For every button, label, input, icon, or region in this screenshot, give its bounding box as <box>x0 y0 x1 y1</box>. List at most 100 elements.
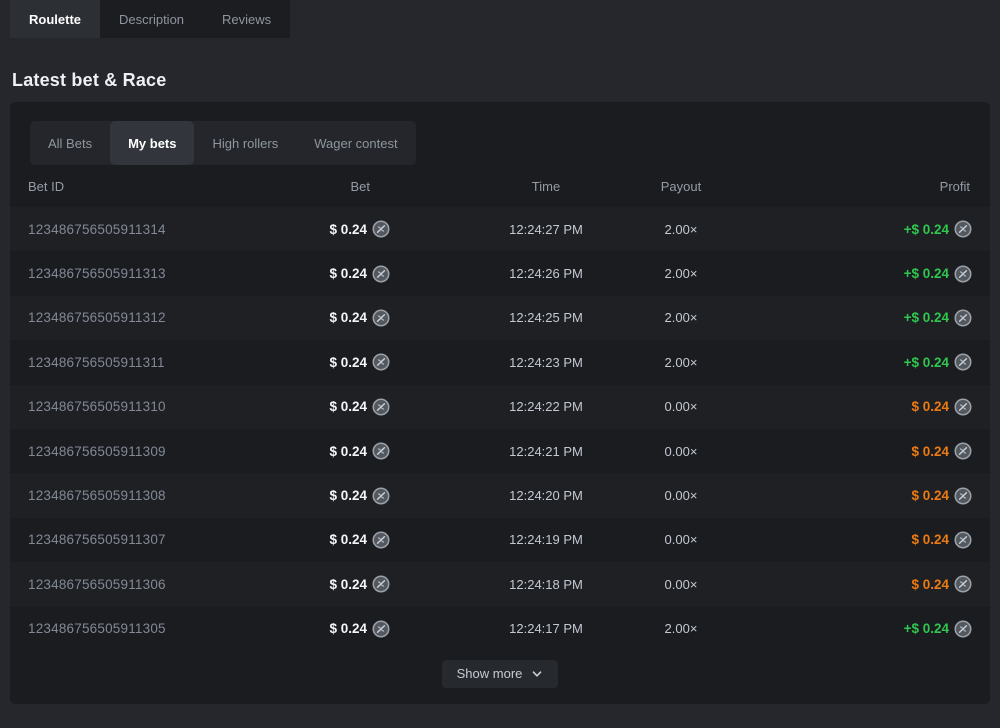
coin-icon <box>372 220 390 238</box>
bet-profit: +$ 0.24 <box>756 353 972 371</box>
bet-amount-value: $ 0.24 <box>329 577 367 592</box>
bet-payout: 0.00× <box>656 577 756 592</box>
filter-tab-high-rollers[interactable]: High rollers <box>194 121 296 165</box>
filter-tab-wager-contest[interactable]: Wager contest <box>296 121 415 165</box>
bet-row[interactable]: 123486756505911306 $ 0.24 12:24:18 PM 0.… <box>10 562 990 606</box>
coin-icon <box>372 353 390 371</box>
bet-profit-value: $ 0.24 <box>911 488 949 503</box>
bet-time: 12:24:17 PM <box>390 621 656 636</box>
bet-amount: $ 0.24 <box>315 487 390 505</box>
bet-payout: 2.00× <box>656 355 756 370</box>
coin-icon <box>954 575 972 593</box>
bet-profit-value: $ 0.24 <box>911 532 949 547</box>
column-header-bet: Bet <box>315 179 390 194</box>
bet-profit: +$ 0.24 <box>756 265 972 283</box>
bet-row[interactable]: 123486756505911313 $ 0.24 12:24:26 PM 2.… <box>10 251 990 295</box>
bet-payout: 0.00× <box>656 399 756 414</box>
bet-profit: $ 0.24 <box>756 487 972 505</box>
bet-profit: +$ 0.24 <box>756 620 972 638</box>
tab-description[interactable]: Description <box>100 0 203 38</box>
bets-table: Bet ID Bet Time Payout Profit 1234867565… <box>10 165 990 651</box>
coin-icon <box>372 442 390 460</box>
bet-id: 123486756505911308 <box>28 488 315 503</box>
bet-time: 12:24:23 PM <box>390 355 656 370</box>
show-more-button[interactable]: Show more <box>442 660 559 688</box>
game-tabs: RouletteDescriptionReviews <box>10 0 290 38</box>
bet-amount: $ 0.24 <box>315 398 390 416</box>
bet-amount: $ 0.24 <box>315 220 390 238</box>
show-more-label: Show more <box>457 666 523 681</box>
bet-time: 12:24:21 PM <box>390 444 656 459</box>
coin-icon <box>372 575 390 593</box>
coin-icon <box>372 531 390 549</box>
bet-time: 12:24:22 PM <box>390 399 656 414</box>
bet-id: 123486756505911306 <box>28 577 315 592</box>
coin-icon <box>954 353 972 371</box>
bet-row[interactable]: 123486756505911308 $ 0.24 12:24:20 PM 0.… <box>10 473 990 517</box>
bet-amount-value: $ 0.24 <box>329 532 367 547</box>
bet-profit-value: +$ 0.24 <box>904 310 949 325</box>
bet-payout: 2.00× <box>656 222 756 237</box>
bet-amount-value: $ 0.24 <box>329 266 367 281</box>
bet-row[interactable]: 123486756505911305 $ 0.24 12:24:17 PM 2.… <box>10 607 990 651</box>
filter-tab-my-bets[interactable]: My bets <box>110 121 194 165</box>
bet-id: 123486756505911309 <box>28 444 315 459</box>
bet-id: 123486756505911312 <box>28 310 315 325</box>
bet-id: 123486756505911305 <box>28 621 315 636</box>
bet-profit-value: +$ 0.24 <box>904 266 949 281</box>
bet-row[interactable]: 123486756505911310 $ 0.24 12:24:22 PM 0.… <box>10 385 990 429</box>
bet-amount: $ 0.24 <box>315 265 390 283</box>
bet-payout: 0.00× <box>656 444 756 459</box>
coin-icon <box>372 487 390 505</box>
bet-amount-value: $ 0.24 <box>329 355 367 370</box>
bet-row[interactable]: 123486756505911307 $ 0.24 12:24:19 PM 0.… <box>10 518 990 562</box>
bet-profit-value: $ 0.24 <box>911 577 949 592</box>
coin-icon <box>372 309 390 327</box>
bet-amount: $ 0.24 <box>315 309 390 327</box>
bet-id: 123486756505911314 <box>28 222 315 237</box>
bet-payout: 2.00× <box>656 621 756 636</box>
bet-time: 12:24:26 PM <box>390 266 656 281</box>
chevron-down-icon <box>531 668 543 680</box>
table-header: Bet ID Bet Time Payout Profit <box>10 165 990 207</box>
bet-profit: $ 0.24 <box>756 398 972 416</box>
bet-row[interactable]: 123486756505911312 $ 0.24 12:24:25 PM 2.… <box>10 296 990 340</box>
bet-time: 12:24:27 PM <box>390 222 656 237</box>
bet-amount-value: $ 0.24 <box>329 444 367 459</box>
coin-icon <box>954 265 972 283</box>
bet-amount: $ 0.24 <box>315 442 390 460</box>
bet-profit-value: $ 0.24 <box>911 444 949 459</box>
bet-id: 123486756505911307 <box>28 532 315 547</box>
bet-row[interactable]: 123486756505911314 $ 0.24 12:24:27 PM 2.… <box>10 207 990 251</box>
tab-roulette[interactable]: Roulette <box>10 0 100 38</box>
bet-profit-value: +$ 0.24 <box>904 621 949 636</box>
coin-icon <box>954 487 972 505</box>
filter-tab-all-bets[interactable]: All Bets <box>30 121 110 165</box>
bet-profit: +$ 0.24 <box>756 220 972 238</box>
latest-bets-panel: All BetsMy betsHigh rollersWager contest… <box>10 102 990 704</box>
bet-payout: 2.00× <box>656 266 756 281</box>
bet-amount-value: $ 0.24 <box>329 488 367 503</box>
bet-amount: $ 0.24 <box>315 531 390 549</box>
bet-filter-tabs: All BetsMy betsHigh rollersWager contest <box>30 121 416 165</box>
bet-amount: $ 0.24 <box>315 620 390 638</box>
bet-payout: 0.00× <box>656 532 756 547</box>
coin-icon <box>954 620 972 638</box>
bet-profit: $ 0.24 <box>756 575 972 593</box>
bet-time: 12:24:25 PM <box>390 310 656 325</box>
bet-row[interactable]: 123486756505911311 $ 0.24 12:24:23 PM 2.… <box>10 340 990 384</box>
bet-time: 12:24:19 PM <box>390 532 656 547</box>
bet-profit: +$ 0.24 <box>756 309 972 327</box>
bet-profit-value: $ 0.24 <box>911 399 949 414</box>
bet-amount-value: $ 0.24 <box>329 222 367 237</box>
column-header-bet-id: Bet ID <box>28 179 315 194</box>
coin-icon <box>954 531 972 549</box>
bet-row[interactable]: 123486756505911309 $ 0.24 12:24:21 PM 0.… <box>10 429 990 473</box>
tab-reviews[interactable]: Reviews <box>203 0 290 38</box>
coin-icon <box>372 398 390 416</box>
bet-amount: $ 0.24 <box>315 575 390 593</box>
column-header-profit: Profit <box>756 179 972 194</box>
bet-amount-value: $ 0.24 <box>329 399 367 414</box>
coin-icon <box>372 620 390 638</box>
coin-icon <box>954 442 972 460</box>
